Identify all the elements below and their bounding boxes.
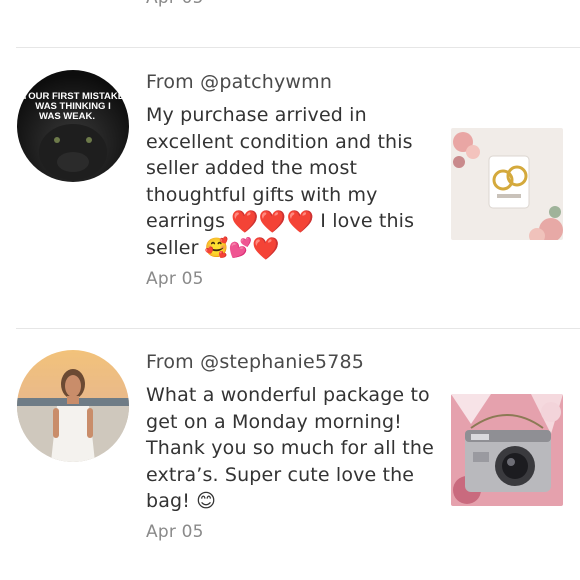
review-text: My purchase arrived in excellent conditi… bbox=[146, 102, 436, 261]
review-date: Apr 05 bbox=[146, 522, 204, 542]
review-text-line: My purchase arrived in bbox=[146, 104, 367, 126]
review-text-line: get on a Monday morning! bbox=[146, 410, 402, 433]
earrings-photo-icon bbox=[451, 128, 563, 240]
review-text-line: What a wonderful package to bbox=[146, 384, 430, 406]
woman-beach-avatar-icon bbox=[17, 350, 129, 462]
heart-emoji-icon: ❤️ bbox=[286, 210, 315, 235]
review-text: What a wonderful package to get on a Mon… bbox=[146, 382, 436, 515]
divider bbox=[16, 47, 580, 48]
heart-emoji-icon: ❤️ bbox=[252, 236, 280, 262]
review-text-line: earrings ❤️❤️❤️ I love this bbox=[146, 210, 415, 235]
heart-emoji-icon: ❤️ bbox=[231, 210, 259, 235]
review-author[interactable]: From @patchywmn bbox=[146, 71, 332, 93]
review-text-line: seller 🥰💕❤️ bbox=[146, 236, 280, 262]
reviewer-avatar[interactable]: YOUR FIRST MISTAKE WAS THINKING I WAS WE… bbox=[17, 70, 129, 182]
review-text-line: Thank you so much for all the bbox=[146, 437, 434, 459]
panther-avatar-icon: YOUR FIRST MISTAKE WAS THINKING I WAS WE… bbox=[17, 70, 129, 182]
review-text-line: thoughtful gifts with my bbox=[146, 183, 378, 206]
review-author[interactable]: From @stephanie5785 bbox=[146, 351, 364, 373]
review-date: Apr 05 bbox=[146, 269, 204, 289]
previous-review-date: Apr 05 bbox=[146, 0, 204, 8]
review-photo-thumbnail[interactable] bbox=[451, 394, 563, 506]
camera-bag-photo-icon bbox=[451, 394, 563, 506]
review-photo-thumbnail[interactable] bbox=[451, 128, 563, 240]
reviewer-avatar[interactable] bbox=[17, 350, 129, 462]
review-text-line: excellent condition and this bbox=[146, 130, 413, 153]
heart-emoji-icon: ❤️ bbox=[258, 210, 287, 235]
review-text-line: bag! 😊 bbox=[146, 490, 217, 512]
avatar-caption-line: WAS WEAK. bbox=[39, 111, 95, 122]
review-text-line: seller added the most bbox=[146, 157, 358, 179]
review-text-line: extra’s. Super cute love the bbox=[146, 463, 415, 486]
divider bbox=[16, 328, 580, 329]
